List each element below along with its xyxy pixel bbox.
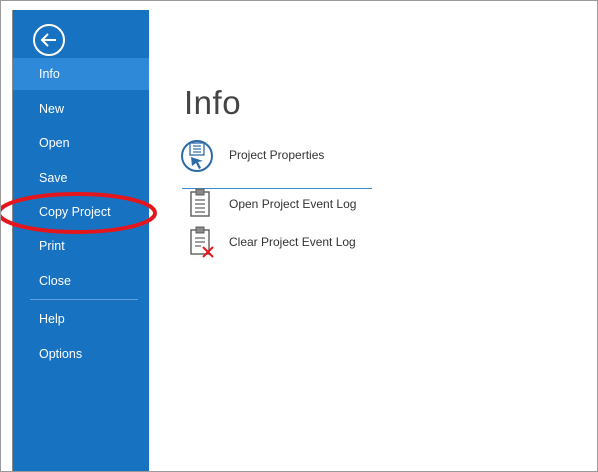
backstage-sidebar: Info New Open Save Copy Project Print Cl… — [12, 10, 150, 471]
back-button[interactable] — [32, 23, 66, 57]
nav-item-copy-project[interactable]: Copy Project — [13, 196, 150, 228]
nav-item-save[interactable]: Save — [13, 162, 150, 194]
clear-project-event-log-label: Clear Project Event Log — [229, 235, 356, 249]
page-title: Info — [184, 84, 242, 121]
info-panel: Info Project Properties Open Project Eve… — [149, 10, 597, 471]
nav-item-print[interactable]: Print — [13, 230, 150, 262]
project-properties-button[interactable]: Project Properties — [179, 138, 379, 176]
project-properties-label: Project Properties — [229, 148, 325, 162]
back-arrow-icon — [33, 24, 65, 56]
project-properties-icon — [181, 140, 213, 172]
nav-divider — [30, 299, 138, 300]
clipboard-clear-icon — [190, 226, 214, 258]
nav-item-help[interactable]: Help — [13, 303, 150, 335]
nav-item-close[interactable]: Close — [13, 265, 150, 297]
nav-item-options[interactable]: Options — [13, 338, 150, 370]
open-project-event-log-button[interactable]: Open Project Event Log — [179, 187, 379, 225]
open-project-event-log-label: Open Project Event Log — [229, 197, 357, 211]
clear-project-event-log-button[interactable]: Clear Project Event Log — [179, 225, 379, 263]
nav-item-info[interactable]: Info — [13, 58, 150, 90]
nav-item-open[interactable]: Open — [13, 127, 150, 159]
nav-item-new[interactable]: New — [13, 93, 150, 125]
app-window: Info New Open Save Copy Project Print Cl… — [0, 0, 598, 472]
clipboard-log-icon — [190, 188, 210, 217]
